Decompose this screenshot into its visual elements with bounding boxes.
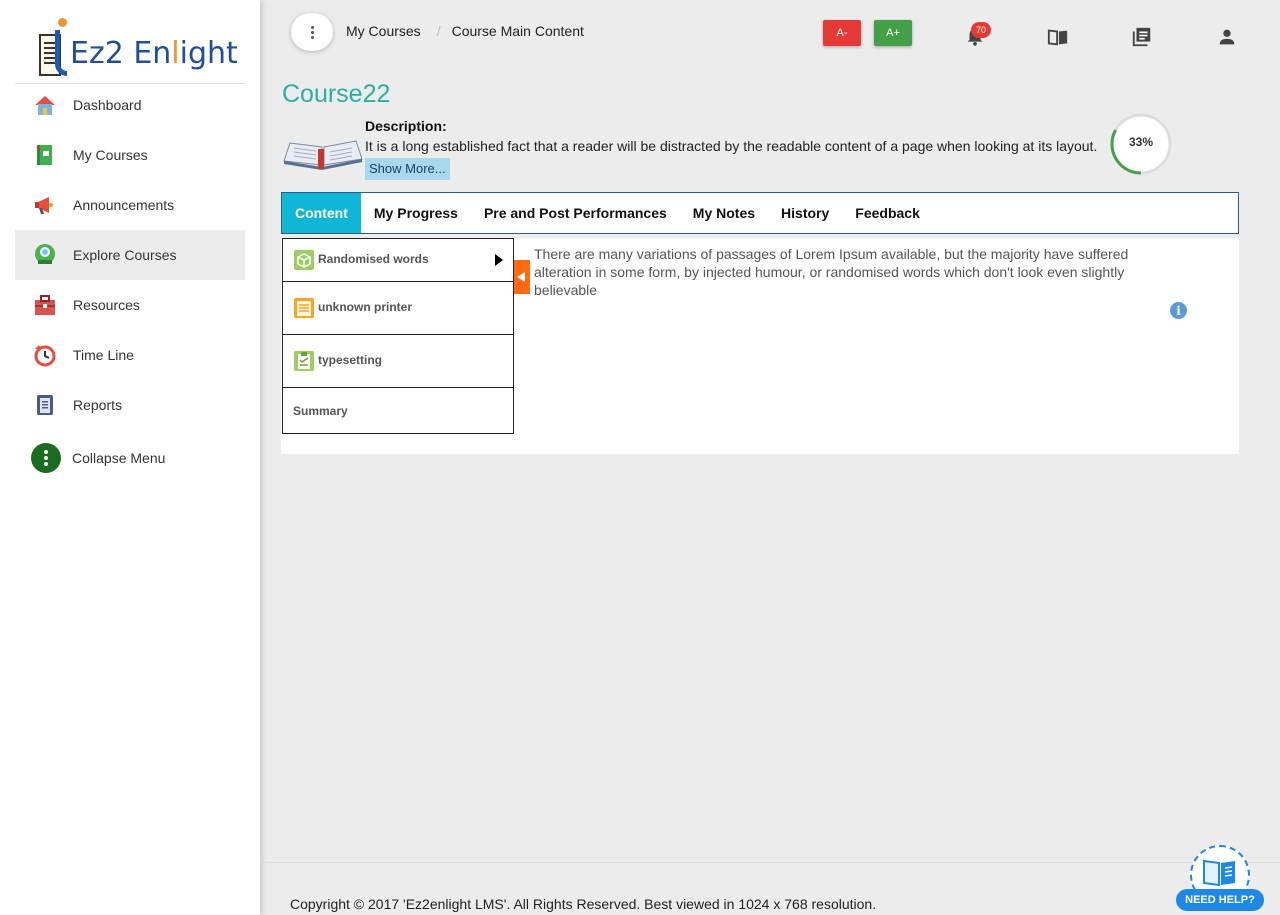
topic-item-unknown-printer[interactable]: unknown printer [283,282,513,335]
sidebar: Ez2 Enlight Dashboard My Courses Announc… [0,0,260,915]
sidebar-item-label: Time Line [73,347,134,363]
info-icon[interactable]: i [1170,302,1187,319]
clipboard-icon [294,351,314,371]
tab-my-progress[interactable]: My Progress [361,193,471,233]
checklist-icon [294,298,314,318]
topic-list: Randomised words unknown printer typeset… [282,238,514,434]
sidebar-item-label: Explore Courses [73,247,177,263]
page-title: Course22 [282,80,391,108]
collapse-menu-label: Collapse Menu [72,450,166,466]
sidebar-item-explore-courses[interactable]: Explore Courses [15,230,245,280]
library-icon[interactable] [1131,26,1153,48]
description-text: It is a long established fact that a rea… [365,138,1098,154]
brand-name: Ez2 Enlight [70,36,238,71]
topic-label: Randomised words [318,252,429,266]
collapse-menu-button[interactable]: Collapse Menu [15,440,245,476]
cube-icon [294,250,314,270]
report-icon [37,395,53,415]
brand-logo[interactable]: Ez2 Enlight [15,0,246,84]
sidebar-item-label: Announcements [73,197,175,213]
increase-font-button[interactable]: A+ [874,20,912,46]
caret-right-icon [495,254,503,266]
course-tabs: Content My Progress Pre and Post Perform… [281,192,1239,234]
content-panel: Randomised words unknown printer typeset… [281,238,1239,454]
megaphone-icon [35,197,53,214]
sidebar-item-my-courses[interactable]: My Courses [15,130,245,180]
clock-icon [34,345,56,367]
sidebar-item-reports[interactable]: Reports [15,380,245,430]
sidebar-item-label: My Courses [73,147,148,163]
collapse-panel-toggle[interactable] [514,260,530,294]
description-label: Description: [365,118,447,134]
menu-toggle-button[interactable] [291,13,333,51]
breadcrumb-separator: / [436,23,441,39]
sidebar-nav: Dashboard My Courses Announcements Explo… [15,80,245,430]
tab-history[interactable]: History [768,193,842,233]
tab-my-notes[interactable]: My Notes [680,193,768,233]
show-more-link[interactable]: Show More... [365,158,450,180]
help-book-icon [1203,859,1235,887]
breadcrumb-my-courses[interactable]: My Courses [346,23,421,39]
notification-badge: 70 [971,22,991,38]
need-help-button[interactable]: NEED HELP? [1176,845,1268,915]
sidebar-item-resources[interactable]: Resources [15,280,245,330]
sidebar-item-dashboard[interactable]: Dashboard [15,80,245,130]
topic-item-randomised-words[interactable]: Randomised words [283,239,513,282]
breadcrumb: My Courses / Course Main Content [346,23,584,39]
course-progress: 33% [1108,111,1174,177]
toolbox-icon [35,295,55,315]
sidebar-item-time-line[interactable]: Time Line [15,330,245,380]
book-icon [37,145,52,165]
tab-feedback[interactable]: Feedback [842,193,933,233]
user-icon[interactable] [1216,26,1238,48]
sidebar-item-label: Dashboard [73,97,142,113]
sidebar-item-announcements[interactable]: Announcements [15,180,245,230]
topic-item-summary[interactable]: Summary [283,388,513,433]
open-book-icon[interactable] [1047,26,1069,48]
topic-label: Summary [293,404,348,418]
person-icon [55,18,69,78]
tab-content[interactable]: Content [282,193,361,233]
need-help-label: NEED HELP? [1176,889,1264,911]
footer-divider [260,862,1280,863]
sidebar-item-label: Reports [73,397,123,413]
footer-copyright: Copyright © 2017 'Ez2enlight LMS'. All R… [290,896,877,912]
progress-percent: 33% [1128,135,1154,149]
tab-pre-post-performances[interactable]: Pre and Post Performances [471,193,680,233]
content-text: There are many variations of passages of… [534,246,1129,298]
topic-label: unknown printer [318,300,412,314]
sidebar-item-label: Resources [73,297,140,313]
topic-item-typesetting[interactable]: typesetting [283,335,513,388]
decrease-font-button[interactable]: A- [823,20,861,46]
topic-label: typesetting [318,353,383,367]
home-icon [35,96,55,115]
explore-icon [35,244,55,264]
open-book-illustration [283,140,363,170]
breadcrumb-course-main-content: Course Main Content [451,23,584,39]
more-vertical-icon [31,443,61,473]
